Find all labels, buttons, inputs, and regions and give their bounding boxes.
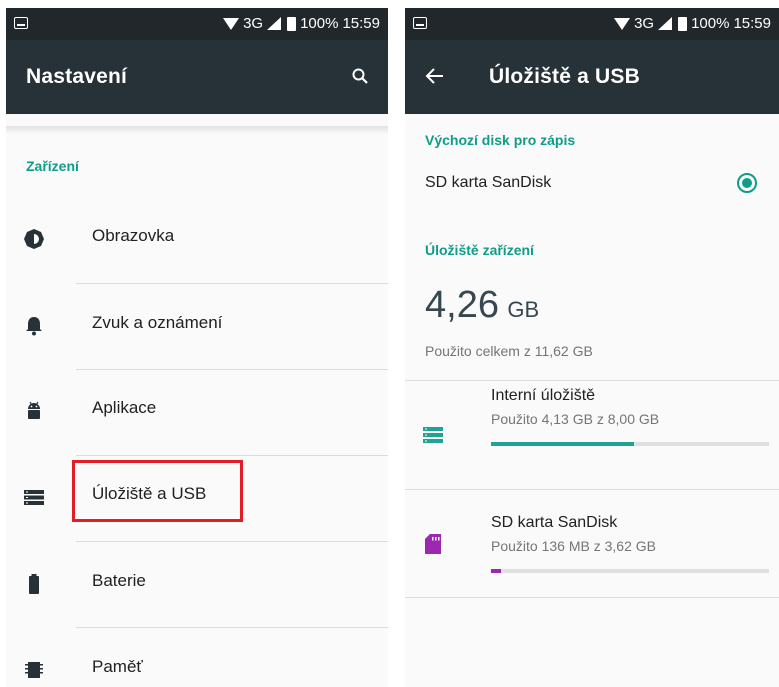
memory-chip-icon [25,662,43,678]
battery-status-icon [678,16,688,31]
page-title: Nastavení [26,65,128,88]
android-icon [28,401,40,419]
signal-icon [267,17,282,30]
divider [76,627,388,628]
volume-progress-fill [491,442,635,446]
notification-icon [14,17,28,29]
divider-shadow [6,126,388,134]
divider [76,369,388,370]
network-type: 3G [634,15,655,32]
default-disk-option[interactable]: SD karta SanDisk [425,174,551,192]
status-bar: 3G 100% 15:59 [6,8,388,40]
storage-icon [24,490,44,505]
category-header: Zařízení [26,158,79,174]
status-bar: 3G 100% 15:59 [405,8,779,40]
volume-progress-bar [491,442,769,446]
volume-name: Interní úložiště [491,387,596,404]
volume-progress-fill [491,569,502,573]
brightness-icon [24,229,44,249]
settings-item-display[interactable]: Obrazovka [6,203,388,273]
volume-usage: Použito 136 MB z 3,62 GB [491,538,656,554]
settings-item-battery[interactable]: Baterie [6,548,388,618]
device-storage-header: Úložiště zařízení [425,242,534,258]
settings-item-label: Baterie [92,571,146,590]
storage-screen: 3G 100% 15:59 Úložiště a USB Výchozí dis… [405,8,779,687]
page-title: Úložiště a USB [489,65,640,88]
settings-item-label: Paměť [92,657,143,676]
default-disk-radio[interactable] [737,173,757,193]
settings-item-sound[interactable]: Zvuk a oznámení [6,290,388,360]
divider [76,541,388,542]
app-bar: Úložiště a USB [405,40,779,114]
volume-progress-bar [491,569,769,573]
settings-item-label: Zvuk a oznámení [92,313,223,332]
divider [76,283,388,284]
network-type: 3G [243,15,264,32]
sd-card-icon [425,534,441,554]
settings-item-memory[interactable]: Paměť [6,634,388,687]
search-icon[interactable] [352,68,368,84]
wifi-icon [614,17,631,30]
settings-item-label: Aplikace [92,398,157,417]
storage-icon [423,427,443,443]
clock: 15:59 [733,15,771,32]
battery-percent: 100% [691,15,730,32]
volume-name: SD karta SanDisk [491,514,618,531]
bell-icon [26,317,42,336]
volume-sd-card[interactable]: SD karta SanDisk Použito 136 MB z 3,62 G… [405,490,779,597]
app-bar: Nastavení [6,40,388,114]
divider [76,455,388,456]
settings-item-apps[interactable]: Aplikace [6,375,388,445]
battery-status-icon [287,16,297,31]
notification-icon [413,17,427,29]
signal-icon [658,17,673,30]
settings-item-label: Obrazovka [92,226,175,245]
highlight-box [72,460,243,522]
settings-screen: 3G 100% 15:59 Nastavení Zařízení Obrazov… [6,8,388,687]
volume-usage: Použito 4,13 GB z 8,00 GB [491,411,660,427]
volume-internal[interactable]: Interní úložiště Použito 4,13 GB z 8,00 … [405,381,779,489]
default-disk-header: Výchozí disk pro zápis [425,132,576,148]
battery-percent: 100% [300,15,339,32]
total-used: 4,26 GB [425,284,539,327]
total-used-caption: Použito celkem z 11,62 GB [425,343,593,359]
total-used-unit: GB [507,297,540,322]
battery-icon [29,574,39,594]
clock: 15:59 [342,15,380,32]
total-used-value: 4,26 [425,284,499,326]
divider [405,597,779,598]
back-arrow-icon[interactable] [425,66,445,86]
wifi-icon [223,17,240,30]
